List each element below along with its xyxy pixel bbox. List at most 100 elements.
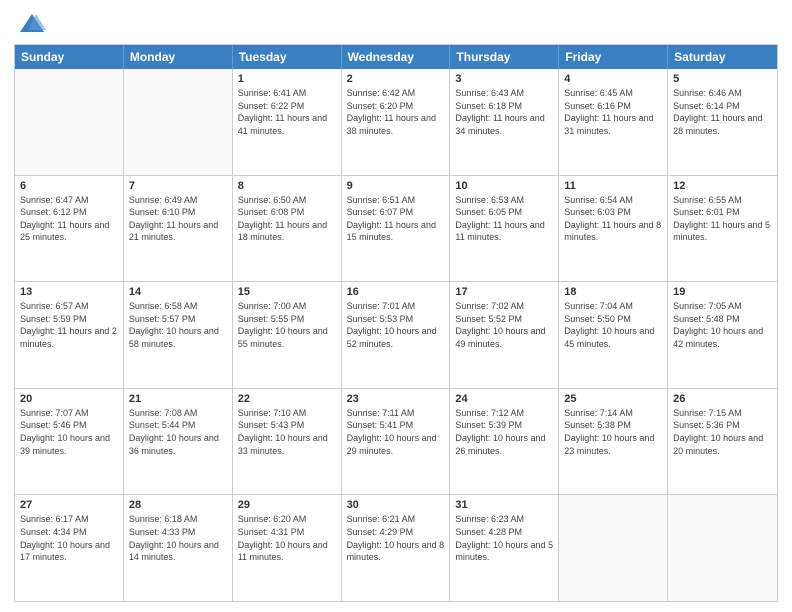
header-day-tuesday: Tuesday — [233, 45, 342, 69]
calendar-header: SundayMondayTuesdayWednesdayThursdayFrid… — [15, 45, 777, 69]
day-number: 29 — [238, 499, 336, 511]
calendar-cell: 31Sunrise: 6:23 AMSunset: 4:28 PMDayligh… — [450, 495, 559, 601]
day-number: 12 — [673, 180, 772, 192]
day-info: Sunrise: 6:54 AMSunset: 6:03 PMDaylight:… — [564, 194, 662, 244]
calendar-cell: 16 Sunrise: 7:01 AMSunset: 5:53 PMDayligh… — [342, 282, 451, 388]
day-info: Sunrise: 7:07 AMSunset: 5:46 PMDaylight:… — [20, 407, 118, 457]
calendar-cell: 22Sunrise: 7:10 AMSunset: 5:43 PMDayligh… — [233, 389, 342, 495]
day-info: Sunrise: 6:41 AMSunset: 6:22 PMDaylight:… — [238, 87, 336, 137]
calendar-cell: 26 Sunrise: 7:15 AMSunset: 5:36 PMDayligh… — [668, 389, 777, 495]
day-number: 30 — [347, 499, 445, 511]
calendar-cell: 25 Sunrise: 7:14 AMSunset: 5:38 PMDayligh… — [559, 389, 668, 495]
calendar-cell: 15 Sunrise: 7:00 AMSunset: 5:55 PMDayligh… — [233, 282, 342, 388]
page: SundayMondayTuesdayWednesdayThursdayFrid… — [0, 0, 792, 612]
day-number: 25 — [564, 393, 662, 405]
calendar-cell: 12 Sunrise: 6:55 AMSunset: 6:01 PMDayligh… — [668, 176, 777, 282]
day-info: Sunrise: 7:00 AMSunset: 5:55 PMDaylight:… — [238, 300, 336, 350]
day-number: 3 — [455, 73, 553, 85]
day-info: Sunrise: 6:21 AMSunset: 4:29 PMDaylight:… — [347, 513, 445, 563]
day-info: Sunrise: 6:42 AMSunset: 6:20 PMDaylight:… — [347, 87, 445, 137]
calendar-cell: 29 Sunrise: 6:20 AMSunset: 4:31 PMDayligh… — [233, 495, 342, 601]
day-info: Sunrise: 6:46 AMSunset: 6:14 PMDaylight:… — [673, 87, 772, 137]
logo-icon — [18, 10, 46, 38]
day-number: 23 — [347, 393, 445, 405]
day-number: 21 — [129, 393, 227, 405]
day-number: 2 — [347, 73, 445, 85]
day-number: 26 — [673, 393, 772, 405]
header — [14, 10, 778, 38]
calendar-cell — [15, 69, 124, 175]
calendar: SundayMondayTuesdayWednesdayThursdayFrid… — [14, 44, 778, 602]
day-info: Sunrise: 6:51 AMSunset: 6:07 PMDaylight:… — [347, 194, 445, 244]
day-info: Sunrise: 6:57 AMSunset: 5:59 PMDaylight:… — [20, 300, 118, 350]
header-day-monday: Monday — [124, 45, 233, 69]
day-number: 17 — [455, 286, 553, 298]
day-info: Sunrise: 6:49 AMSunset: 6:10 PMDaylight:… — [129, 194, 227, 244]
calendar-cell: 28 Sunrise: 6:18 AMSunset: 4:33 PMDayligh… — [124, 495, 233, 601]
day-info: Sunrise: 7:12 AMSunset: 5:39 PMDaylight:… — [455, 407, 553, 457]
calendar-cell: 8Sunrise: 6:50 AMSunset: 6:08 PMDaylight… — [233, 176, 342, 282]
day-number: 16 — [347, 286, 445, 298]
calendar-cell: 21 Sunrise: 7:08 AMSunset: 5:44 PMDayligh… — [124, 389, 233, 495]
header-day-friday: Friday — [559, 45, 668, 69]
calendar-week-5: 27 Sunrise: 6:17 AMSunset: 4:34 PMDayligh… — [15, 495, 777, 601]
day-info: Sunrise: 6:55 AMSunset: 6:01 PMDaylight:… — [673, 194, 772, 244]
calendar-cell: 4Sunrise: 6:45 AMSunset: 6:16 PMDaylight… — [559, 69, 668, 175]
day-number: 8 — [238, 180, 336, 192]
calendar-cell — [559, 495, 668, 601]
calendar-cell: 17 Sunrise: 7:02 AMSunset: 5:52 PMDayligh… — [450, 282, 559, 388]
calendar-cell: 30 Sunrise: 6:21 AMSunset: 4:29 PMDayligh… — [342, 495, 451, 601]
calendar-week-3: 13 Sunrise: 6:57 AMSunset: 5:59 PMDayligh… — [15, 282, 777, 389]
day-number: 7 — [129, 180, 227, 192]
day-number: 9 — [347, 180, 445, 192]
calendar-cell: 13 Sunrise: 6:57 AMSunset: 5:59 PMDayligh… — [15, 282, 124, 388]
day-info: Sunrise: 7:01 AMSunset: 5:53 PMDaylight:… — [347, 300, 445, 350]
logo — [14, 10, 46, 38]
calendar-cell: 2 Sunrise: 6:42 AMSunset: 6:20 PMDaylight… — [342, 69, 451, 175]
calendar-week-1: 1 Sunrise: 6:41 AMSunset: 6:22 PMDaylight… — [15, 69, 777, 176]
day-info: Sunrise: 6:20 AMSunset: 4:31 PMDaylight:… — [238, 513, 336, 563]
day-info: Sunrise: 7:08 AMSunset: 5:44 PMDaylight:… — [129, 407, 227, 457]
day-info: Sunrise: 6:43 AMSunset: 6:18 PMDaylight:… — [455, 87, 553, 137]
day-number: 11 — [564, 180, 662, 192]
day-info: Sunrise: 7:04 AMSunset: 5:50 PMDaylight:… — [564, 300, 662, 350]
day-number: 10 — [455, 180, 553, 192]
day-info: Sunrise: 7:10 AMSunset: 5:43 PMDaylight:… — [238, 407, 336, 457]
header-day-sunday: Sunday — [15, 45, 124, 69]
header-day-thursday: Thursday — [450, 45, 559, 69]
day-info: Sunrise: 6:17 AMSunset: 4:34 PMDaylight:… — [20, 513, 118, 563]
day-number: 27 — [20, 499, 118, 511]
day-info: Sunrise: 6:47 AMSunset: 6:12 PMDaylight:… — [20, 194, 118, 244]
day-number: 5 — [673, 73, 772, 85]
calendar-cell: 9 Sunrise: 6:51 AMSunset: 6:07 PMDaylight… — [342, 176, 451, 282]
calendar-cell: 14Sunrise: 6:58 AMSunset: 5:57 PMDayligh… — [124, 282, 233, 388]
day-info: Sunrise: 6:18 AMSunset: 4:33 PMDaylight:… — [129, 513, 227, 563]
day-number: 14 — [129, 286, 227, 298]
calendar-cell: 20 Sunrise: 7:07 AMSunset: 5:46 PMDayligh… — [15, 389, 124, 495]
day-number: 24 — [455, 393, 553, 405]
calendar-cell: 3 Sunrise: 6:43 AMSunset: 6:18 PMDaylight… — [450, 69, 559, 175]
day-number: 19 — [673, 286, 772, 298]
calendar-week-4: 20 Sunrise: 7:07 AMSunset: 5:46 PMDayligh… — [15, 389, 777, 496]
calendar-cell: 19Sunrise: 7:05 AMSunset: 5:48 PMDayligh… — [668, 282, 777, 388]
day-number: 13 — [20, 286, 118, 298]
day-info: Sunrise: 7:02 AMSunset: 5:52 PMDaylight:… — [455, 300, 553, 350]
calendar-week-2: 6Sunrise: 6:47 AMSunset: 6:12 PMDaylight… — [15, 176, 777, 283]
calendar-cell: 23Sunrise: 7:11 AMSunset: 5:41 PMDayligh… — [342, 389, 451, 495]
day-info: Sunrise: 7:15 AMSunset: 5:36 PMDaylight:… — [673, 407, 772, 457]
day-number: 28 — [129, 499, 227, 511]
day-info: Sunrise: 7:14 AMSunset: 5:38 PMDaylight:… — [564, 407, 662, 457]
day-number: 15 — [238, 286, 336, 298]
day-number: 20 — [20, 393, 118, 405]
calendar-cell: 18 Sunrise: 7:04 AMSunset: 5:50 PMDayligh… — [559, 282, 668, 388]
day-number: 1 — [238, 73, 336, 85]
calendar-cell: 11 Sunrise: 6:54 AMSunset: 6:03 PMDayligh… — [559, 176, 668, 282]
day-info: Sunrise: 6:23 AMSunset: 4:28 PMDaylight:… — [455, 513, 553, 563]
calendar-cell: 7 Sunrise: 6:49 AMSunset: 6:10 PMDaylight… — [124, 176, 233, 282]
header-day-wednesday: Wednesday — [342, 45, 451, 69]
calendar-cell — [668, 495, 777, 601]
day-info: Sunrise: 6:53 AMSunset: 6:05 PMDaylight:… — [455, 194, 553, 244]
calendar-cell: 24 Sunrise: 7:12 AMSunset: 5:39 PMDayligh… — [450, 389, 559, 495]
calendar-cell: 6Sunrise: 6:47 AMSunset: 6:12 PMDaylight… — [15, 176, 124, 282]
day-number: 18 — [564, 286, 662, 298]
